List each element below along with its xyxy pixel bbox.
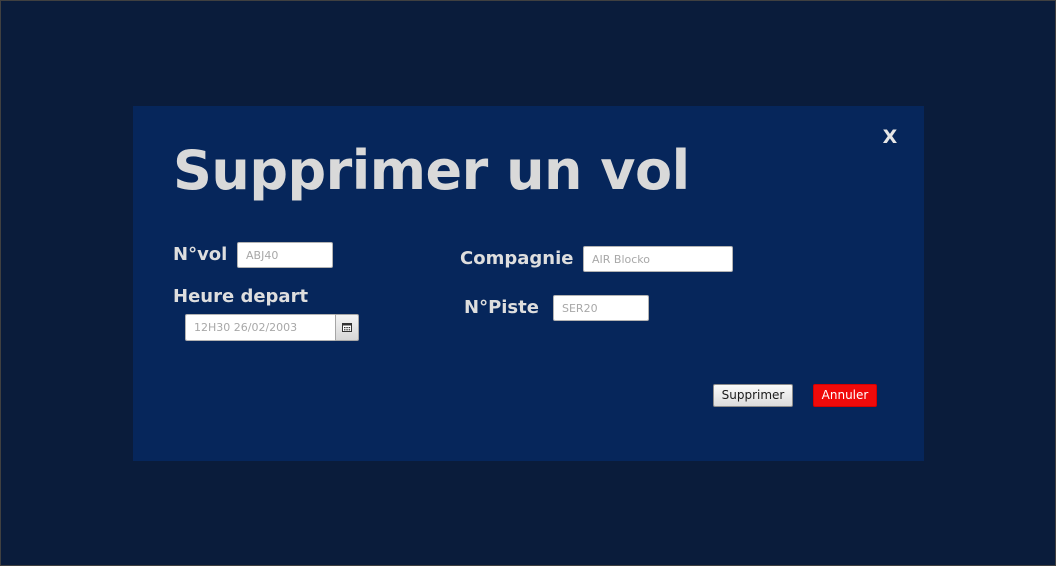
flight-number-label: N°vol: [173, 244, 228, 265]
flight-number-input[interactable]: [237, 242, 333, 268]
calendar-button[interactable]: [335, 314, 359, 341]
delete-flight-dialog: X Supprimer un vol N°vol Heure depart: [133, 106, 924, 461]
dialog-title: Supprimer un vol: [173, 139, 690, 202]
departure-time-label: Heure depart: [173, 286, 309, 307]
departure-date-picker: [185, 314, 359, 341]
runway-input[interactable]: [553, 295, 649, 321]
company-input[interactable]: [583, 246, 733, 272]
app-window: X Supprimer un vol N°vol Heure depart: [1, 1, 1055, 565]
runway-label: N°Piste: [464, 297, 539, 318]
delete-button[interactable]: Supprimer: [713, 384, 793, 407]
close-button[interactable]: X: [880, 125, 900, 149]
cancel-button[interactable]: Annuler: [813, 384, 877, 407]
departure-time-input[interactable]: [185, 314, 335, 341]
company-label: Compagnie: [460, 248, 574, 269]
calendar-icon: [342, 323, 352, 332]
